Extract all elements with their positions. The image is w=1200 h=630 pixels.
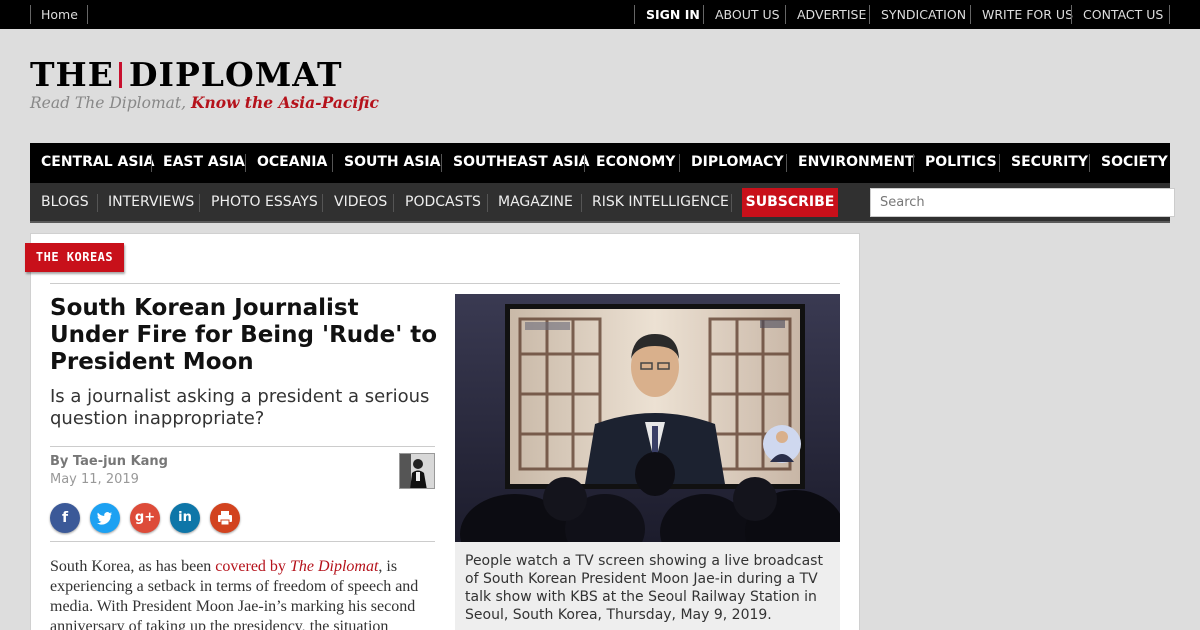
print-icon[interactable] [210, 503, 240, 533]
tv-broadcast-photo [455, 294, 840, 542]
nav-central-asia[interactable]: CENTRAL ASIA [41, 154, 154, 170]
linkedin-icon[interactable]: in [170, 503, 200, 533]
divider [322, 194, 323, 212]
syndication-link[interactable]: SYNDICATION [881, 7, 966, 22]
facebook-icon[interactable]: f [50, 503, 80, 533]
logo-word-diplomat: DIPLOMAT [128, 55, 343, 94]
nav-economy[interactable]: ECONOMY [596, 154, 675, 170]
publish-date: May 11, 2019 [50, 472, 139, 487]
author-photo [400, 454, 434, 488]
about-us-link[interactable]: ABOUT US [715, 7, 780, 22]
nav-southeast-asia[interactable]: SOUTHEAST ASIA [453, 154, 590, 170]
nav-politics[interactable]: POLITICS [925, 154, 997, 170]
site-logo[interactable]: THE DIPLOMAT Read The Diplomat, Know the … [30, 58, 379, 114]
divider [913, 154, 914, 172]
divider [199, 194, 200, 212]
divider [87, 5, 88, 24]
nav-risk-intelligence[interactable]: RISK INTELLIGENCE [592, 194, 729, 210]
author-avatar[interactable] [399, 453, 435, 489]
nav-magazine[interactable]: MAGAZINE [498, 194, 573, 210]
category-tag[interactable]: THE KOREAS [25, 243, 124, 272]
sign-in-link[interactable]: SIGN IN [646, 7, 700, 22]
divider [581, 194, 582, 212]
divider [869, 5, 870, 24]
linkedin-glyph: in [178, 510, 192, 525]
divider [970, 5, 971, 24]
logo-wordmark: THE DIPLOMAT [30, 58, 370, 92]
link-text: covered by [215, 558, 290, 575]
printer-glyph [218, 511, 232, 526]
google-plus-glyph: g+ [134, 510, 156, 525]
search-input[interactable] [871, 189, 1174, 216]
divider [50, 283, 840, 284]
subscribe-button[interactable]: SUBSCRIBE [742, 188, 838, 217]
nav-society[interactable]: SOCIETY [1101, 154, 1168, 170]
divider [487, 194, 488, 212]
nav-interviews[interactable]: INTERVIEWS [108, 194, 194, 210]
divider [584, 154, 585, 172]
link-publication-name: The Diplomat [289, 558, 379, 575]
primary-nav: CENTRAL ASIA EAST ASIA OCEANIA SOUTH ASI… [30, 143, 1170, 183]
author-byline[interactable]: By Tae-jun Kang [50, 454, 168, 469]
secondary-nav: BLOGS INTERVIEWS PHOTO ESSAYS VIDEOS POD… [30, 183, 1175, 223]
divider [332, 154, 333, 172]
search-box [870, 188, 1175, 217]
nav-photo-essays[interactable]: PHOTO ESSAYS [211, 194, 318, 210]
divider [731, 194, 732, 212]
nav-security[interactable]: SECURITY [1011, 154, 1088, 170]
divider [785, 5, 786, 24]
divider [703, 5, 704, 24]
logo-word-the: THE [30, 55, 114, 94]
covered-by-link[interactable]: covered by The Diplomat [215, 558, 378, 575]
nav-east-asia[interactable]: EAST ASIA [163, 154, 245, 170]
divider [1071, 5, 1072, 24]
divider [30, 5, 31, 24]
article-photo[interactable] [455, 294, 840, 542]
nav-podcasts[interactable]: PODCASTS [405, 194, 481, 210]
photo-caption: People watch a TV screen showing a live … [455, 542, 840, 630]
divider [679, 154, 680, 172]
tagline-emphasis: Know the Asia-Pacific [190, 93, 379, 112]
tagline-text: Read The Diplomat, [30, 94, 191, 112]
divider [151, 154, 152, 172]
facebook-glyph: f [61, 510, 69, 526]
nav-south-asia[interactable]: SOUTH ASIA [344, 154, 440, 170]
body-text-segment: South Korea, as has been [50, 558, 216, 575]
write-for-us-link[interactable]: WRITE FOR US [982, 7, 1073, 22]
advertise-link[interactable]: ADVERTISE [797, 7, 866, 22]
home-link[interactable]: Home [41, 7, 78, 22]
divider [1169, 5, 1170, 24]
nav-environment[interactable]: ENVIRONMENT [798, 154, 914, 170]
divider [50, 446, 435, 447]
divider [999, 154, 1000, 172]
nav-diplomacy[interactable]: DIPLOMACY [691, 154, 784, 170]
article-subhead: Is a journalist asking a president a ser… [50, 386, 430, 429]
divider [50, 541, 435, 542]
divider [245, 154, 246, 172]
article-headline[interactable]: South Korean Journalist Under Fire for B… [50, 295, 440, 376]
top-bar: Home SIGN IN ABOUT US ADVERTISE SYNDICAT… [0, 0, 1200, 29]
article-body: South Korea, as has been covered by The … [50, 557, 435, 630]
nav-oceania[interactable]: OCEANIA [257, 154, 327, 170]
divider [1089, 154, 1090, 172]
divider [393, 194, 394, 212]
divider [634, 5, 635, 24]
twitter-icon[interactable] [90, 503, 120, 533]
divider [441, 154, 442, 172]
contact-us-link[interactable]: CONTACT US [1083, 7, 1163, 22]
google-plus-icon[interactable]: g+ [130, 503, 160, 533]
twitter-bird-glyph [97, 512, 112, 525]
logo-divider [118, 62, 122, 88]
nav-videos[interactable]: VIDEOS [334, 194, 387, 210]
divider [786, 154, 787, 172]
logo-tagline: Read The Diplomat, Know the Asia-Pacific [30, 93, 379, 112]
nav-blogs[interactable]: BLOGS [41, 194, 89, 210]
divider [97, 194, 98, 212]
